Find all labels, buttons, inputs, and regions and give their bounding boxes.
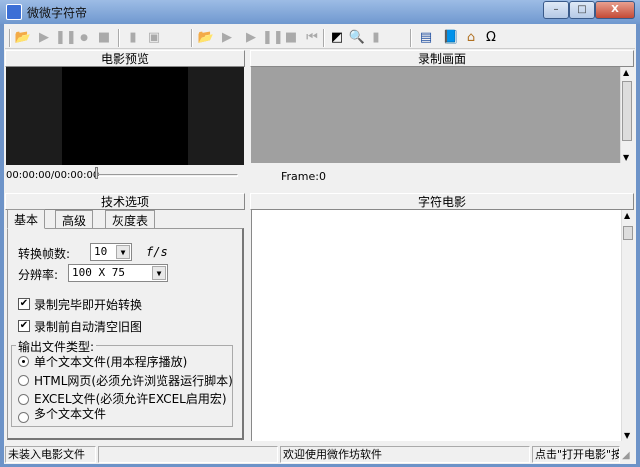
status-blank: [98, 446, 278, 463]
record-header: 录制画面: [250, 50, 634, 67]
maximize-button[interactable]: □: [569, 1, 595, 19]
list-icon[interactable]: ▤: [417, 29, 435, 47]
fps-unit: f/s: [146, 245, 168, 259]
status-movie: 未装入电影文件: [5, 446, 96, 463]
record-scrollbar[interactable]: ▲ ▼: [620, 67, 634, 163]
about-icon[interactable]: Ω: [482, 29, 500, 47]
resolution-label: 分辨率:: [18, 268, 59, 282]
tab-advanced[interactable]: 高级: [55, 210, 94, 228]
radio-html-label: HTML网页(必须允许浏览器运行脚本): [34, 374, 233, 388]
radio-multi-text[interactable]: [18, 412, 29, 423]
ascii-header: 字符电影: [250, 193, 634, 210]
auto-convert-label: 录制完毕即开始转换: [34, 298, 143, 312]
radio-multi-text-label: 多个文本文件: [34, 407, 107, 421]
app-icon: [6, 4, 22, 20]
fps-value: 10: [94, 245, 108, 258]
open-movie-icon[interactable]: 📂: [14, 29, 32, 47]
fps-label: 转换帧数:: [18, 247, 71, 261]
preview-header: 电影预览: [5, 50, 245, 67]
stop-icon[interactable]: ■: [282, 29, 300, 47]
record-view: [251, 67, 620, 163]
stop-icon[interactable]: ■: [95, 29, 113, 47]
pause-icon[interactable]: ❚❚: [262, 29, 284, 47]
page-icon[interactable]: ▮: [367, 29, 385, 47]
radio-excel[interactable]: [18, 394, 29, 405]
options-header: 技术选项: [5, 193, 245, 210]
first-frame-icon[interactable]: ⏮: [303, 29, 321, 47]
radio-single-text[interactable]: [18, 356, 29, 367]
record-icon[interactable]: ●: [75, 29, 93, 47]
minimize-button[interactable]: –: [543, 1, 569, 19]
title-bar: 微微字符帝 – □ X: [0, 0, 640, 24]
toolbar: 📂 ▶ ❚❚ ● ■ ▮ ▣ 📂 ▶ ▶ ❚❚ ■ ⏮ ◩ 🔍 ▮ ▤ 📘 ⌂ …: [5, 27, 635, 49]
frame-counter: Frame:0: [281, 170, 326, 183]
chevron-down-icon: ▼: [152, 266, 166, 280]
radio-html[interactable]: [18, 375, 29, 386]
contrast-icon[interactable]: ◩: [328, 29, 346, 47]
seek-slider[interactable]: [95, 167, 238, 179]
tab-grayscale[interactable]: 灰度表: [105, 210, 156, 228]
play-next-icon[interactable]: ▶: [242, 29, 260, 47]
radio-single-text-label: 单个文本文件(用本程序播放): [34, 355, 188, 369]
window-title: 微微字符帝: [27, 6, 88, 20]
save-icon[interactable]: ▣: [145, 29, 163, 47]
play-icon[interactable]: ▶: [35, 29, 53, 47]
ascii-movie-view: [251, 210, 621, 441]
zoom-icon[interactable]: 🔍: [348, 29, 366, 47]
help-book-icon[interactable]: 📘: [442, 29, 460, 47]
resize-grip-icon[interactable]: ◢: [622, 450, 630, 461]
pause-icon[interactable]: ❚❚: [55, 29, 77, 47]
resolution-select[interactable]: 100 X 75 ▼: [68, 264, 168, 282]
auto-clear-label: 录制前自动清空旧图: [34, 320, 143, 334]
movie-preview: [6, 67, 244, 165]
frame-icon[interactable]: ▮: [124, 29, 142, 47]
close-button[interactable]: X: [595, 1, 635, 19]
chevron-down-icon: ▼: [116, 245, 130, 259]
time-display: 00:00:00/00:00:00: [6, 170, 100, 181]
play-icon[interactable]: ▶: [218, 29, 236, 47]
status-welcome: 欢迎使用微作坊软件: [280, 446, 530, 463]
open-folder-icon[interactable]: 📂: [197, 29, 215, 47]
auto-convert-checkbox[interactable]: ✔: [18, 298, 30, 310]
tab-basic[interactable]: 基本: [7, 209, 46, 229]
ascii-scrollbar[interactable]: ▲ ▼: [621, 210, 634, 441]
fps-select[interactable]: 10 ▼: [90, 243, 132, 261]
home-icon[interactable]: ⌂: [462, 29, 480, 47]
auto-clear-checkbox[interactable]: ✔: [18, 320, 30, 332]
status-hint: 点击"打开电影"按: [532, 446, 620, 463]
resolution-value: 100 X 75: [72, 266, 125, 279]
